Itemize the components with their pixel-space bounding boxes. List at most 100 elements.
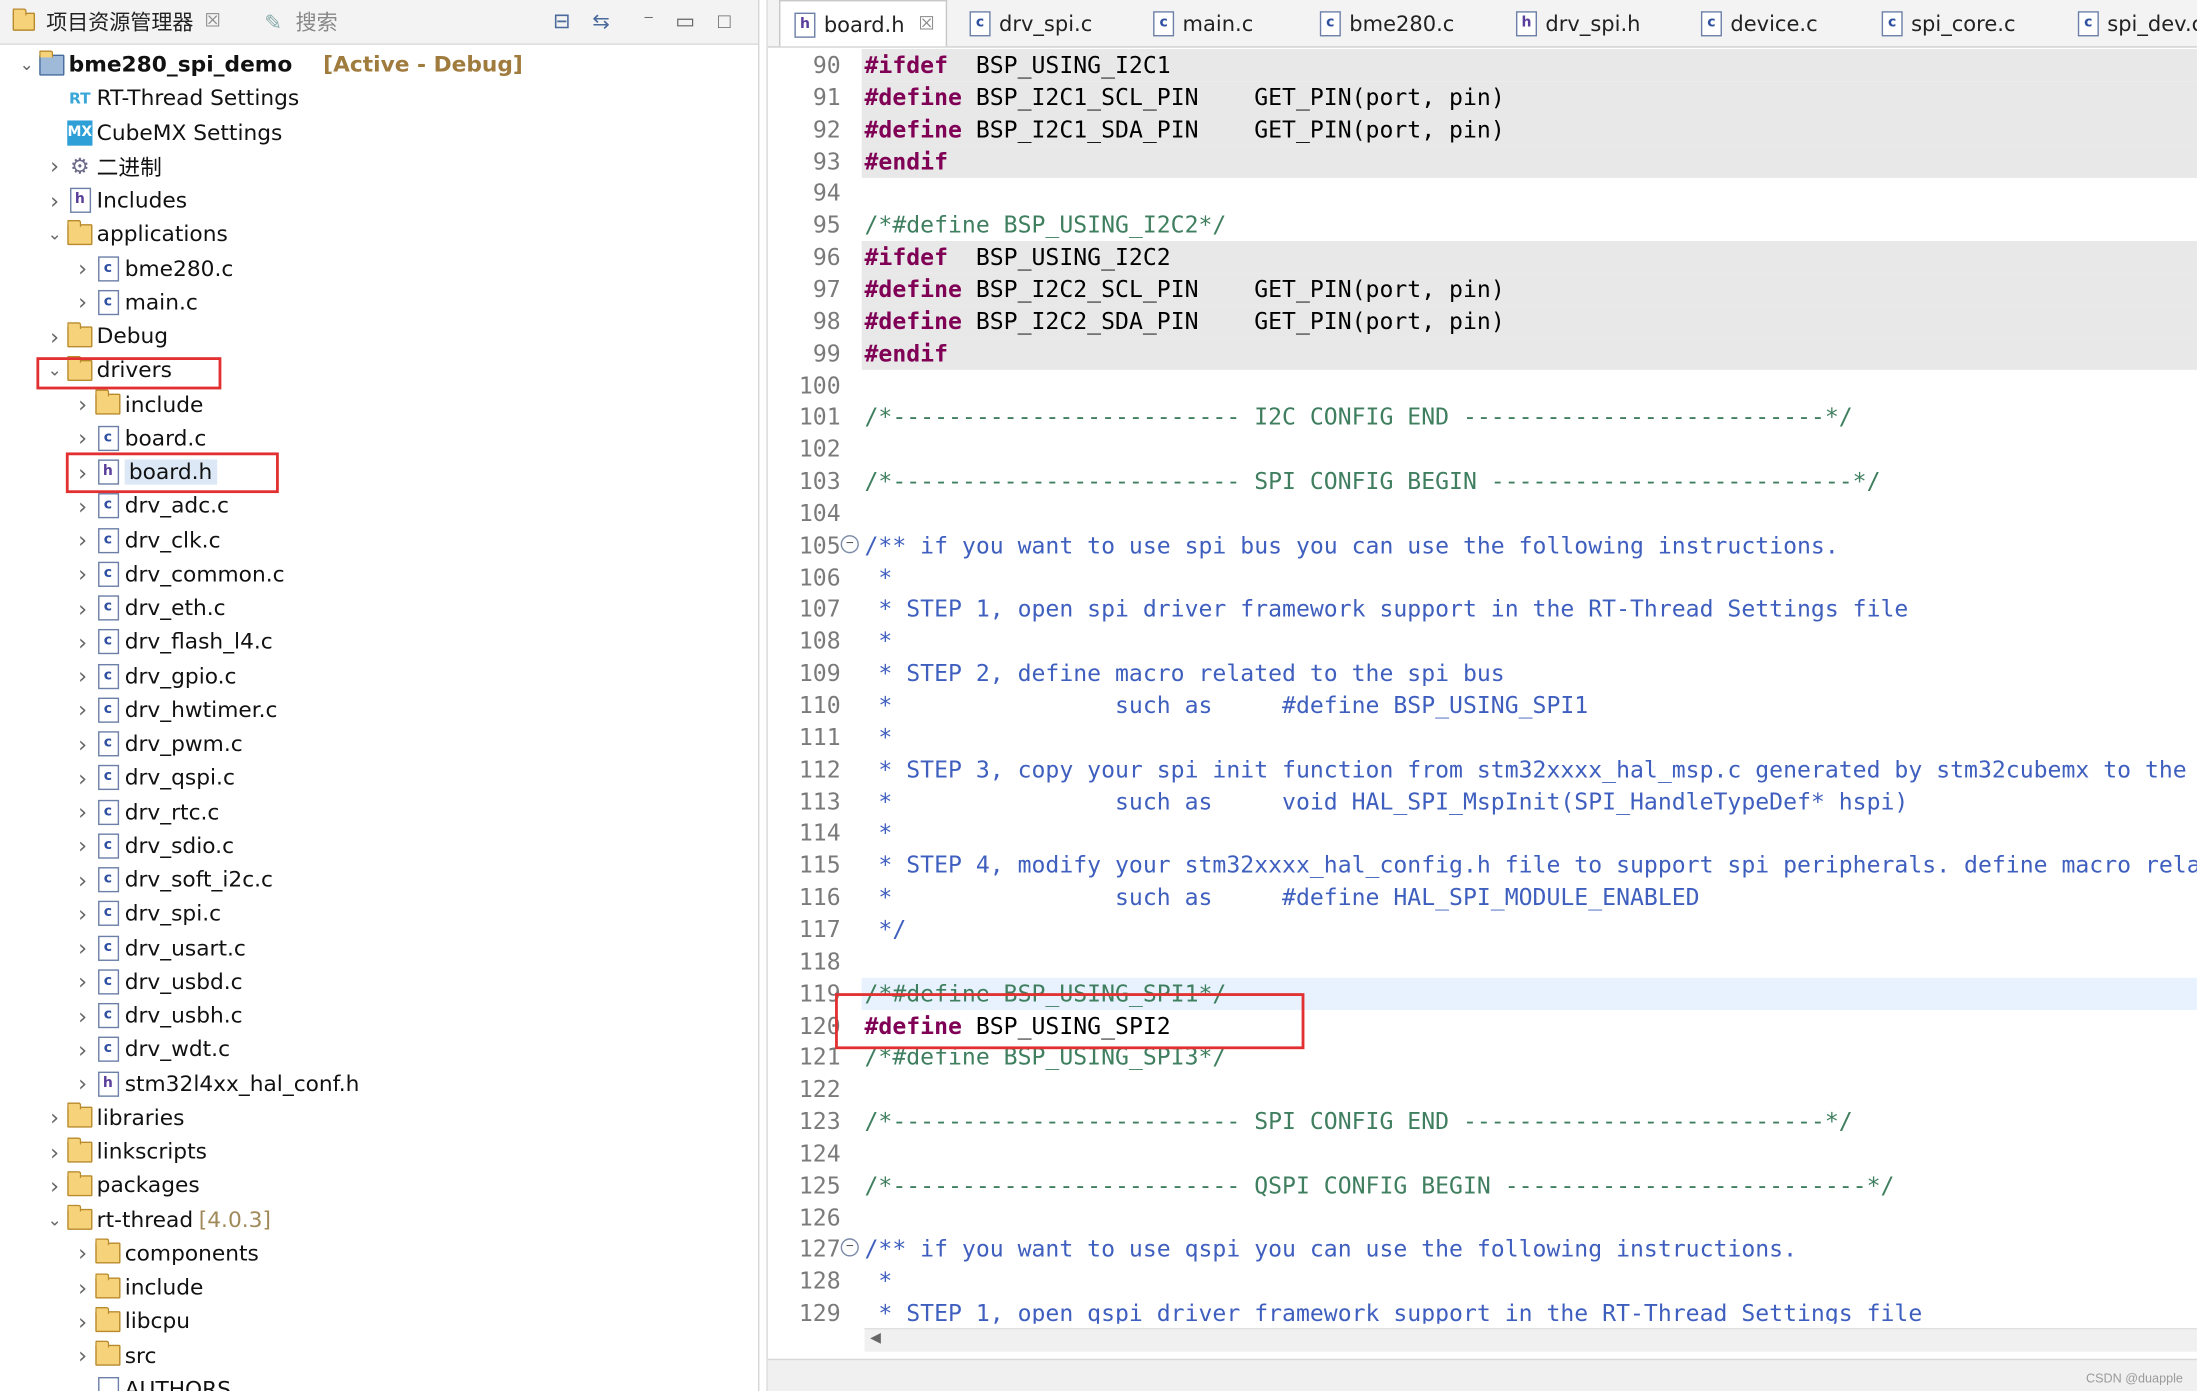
tree-item[interactable]: › c drv_wdt.c xyxy=(70,1033,230,1067)
tree-item[interactable]: › c bme280.c xyxy=(70,251,233,285)
chevron-down-icon[interactable]: ⌄ xyxy=(14,55,39,75)
tree-item[interactable]: › libraries xyxy=(42,1101,184,1135)
tree-item[interactable]: › src xyxy=(70,1338,156,1372)
tab-close-icon[interactable]: ☒ xyxy=(205,11,221,32)
collapse-all-icon[interactable]: ⊟ xyxy=(546,6,577,37)
chevron-right-icon[interactable]: › xyxy=(70,561,95,588)
tree-item[interactable]: ⌄ bme280_spi_demo [Active - Debug] xyxy=(14,48,523,82)
tree-item[interactable]: › c drv_adc.c xyxy=(70,489,229,523)
chevron-right-icon[interactable]: › xyxy=(70,798,95,825)
chevron-right-icon[interactable]: › xyxy=(70,900,95,927)
chevron-right-icon[interactable]: › xyxy=(70,697,95,724)
tree-item[interactable]: › c drv_clk.c xyxy=(70,523,220,557)
editor-tab[interactable]: c spi_dev.c xyxy=(2064,0,2197,46)
editor-tab-label: board.h xyxy=(823,11,905,38)
tree-item[interactable]: MX CubeMX Settings xyxy=(42,116,282,150)
code-line: 94 xyxy=(768,177,2197,209)
chevron-right-icon[interactable]: › xyxy=(70,1308,95,1335)
chevron-right-icon[interactable]: › xyxy=(70,255,95,282)
tree-item[interactable]: › c drv_rtc.c xyxy=(70,795,219,829)
chevron-right-icon[interactable]: › xyxy=(70,527,95,554)
tree-item[interactable]: RT RT-Thread Settings xyxy=(42,82,299,116)
editor-tab[interactable]: c device.c xyxy=(1687,0,1818,46)
chevron-right-icon[interactable]: › xyxy=(70,289,95,316)
tree-item[interactable]: ⌄ applications xyxy=(42,217,228,251)
chevron-right-icon[interactable]: › xyxy=(70,968,95,995)
tree-item[interactable]: › c drv_common.c xyxy=(70,557,284,591)
chevron-right-icon[interactable]: › xyxy=(70,1036,95,1063)
tree-item[interactable]: › components xyxy=(70,1237,259,1271)
chevron-right-icon[interactable]: › xyxy=(70,764,95,791)
editor-tab[interactable]: h board.h ☒ xyxy=(779,0,948,47)
horizontal-scrollbar[interactable]: ◀ xyxy=(864,1327,2197,1352)
editor-tab[interactable]: c drv_spi.c xyxy=(956,0,1092,46)
editor-tab[interactable]: c main.c xyxy=(1139,0,1253,46)
close-icon[interactable]: ☒ xyxy=(919,14,935,35)
tree-item[interactable]: › c drv_hwtimer.c xyxy=(70,693,277,727)
chevron-right-icon[interactable]: › xyxy=(70,629,95,656)
tree-item[interactable]: › Debug xyxy=(42,319,168,353)
tree-item[interactable]: › c drv_pwm.c xyxy=(70,727,242,761)
tree-item[interactable]: › c drv_sdio.c xyxy=(70,829,234,863)
tree-item[interactable]: › h stm32l4xx_hal_conf.h xyxy=(70,1067,359,1101)
tree-item[interactable]: › c drv_usart.c xyxy=(70,931,246,965)
tree-item[interactable]: AUTHORS xyxy=(70,1372,231,1391)
tree-item[interactable]: ⌄ rt-thread [4.0.3] xyxy=(42,1203,271,1237)
chevron-right-icon[interactable]: › xyxy=(70,1342,95,1369)
tree-item-label: drv_gpio.c xyxy=(124,663,237,689)
chevron-right-icon[interactable]: › xyxy=(70,425,95,452)
chevron-right-icon[interactable]: › xyxy=(70,493,95,520)
chevron-down-icon[interactable]: ⌄ xyxy=(42,224,67,244)
tree-item[interactable]: › c drv_spi.c xyxy=(70,897,221,931)
tree-item[interactable]: › c drv_flash_l4.c xyxy=(70,625,273,659)
tree-item[interactable]: › ⚙ 二进制 xyxy=(42,150,162,184)
folder-shape xyxy=(95,1238,121,1264)
view-menu-icon[interactable]: ⁻ xyxy=(633,6,664,37)
editor-tab[interactable]: c bme280.c xyxy=(1306,0,1454,46)
tree-item[interactable]: › c drv_usbh.c xyxy=(70,999,243,1033)
chevron-right-icon[interactable]: › xyxy=(70,832,95,859)
tree-item[interactable]: › packages xyxy=(42,1169,200,1203)
chevron-right-icon[interactable]: › xyxy=(70,663,95,690)
minimize-icon[interactable]: ▭ xyxy=(670,6,701,37)
chevron-right-icon[interactable]: › xyxy=(70,595,95,622)
fold-toggle-icon[interactable]: − xyxy=(840,1238,859,1258)
tree-item[interactable]: › include xyxy=(70,1271,203,1305)
tree-item[interactable]: › include xyxy=(70,387,203,421)
chevron-right-icon[interactable]: › xyxy=(70,1240,95,1267)
chevron-right-icon[interactable]: › xyxy=(70,934,95,961)
scroll-left-icon[interactable]: ◀ xyxy=(870,1331,881,1346)
tree-item[interactable]: › c drv_soft_i2c.c xyxy=(70,863,273,897)
chevron-right-icon[interactable]: › xyxy=(42,153,67,180)
maximize-icon[interactable]: □ xyxy=(709,6,740,37)
chevron-right-icon[interactable]: › xyxy=(42,187,67,214)
code-area[interactable]: 90 #ifdef BSP_USING_I2C1 91 #define BSP_I2C… xyxy=(768,49,2197,1324)
fold-toggle-icon[interactable]: − xyxy=(840,534,859,553)
chevron-right-icon[interactable]: › xyxy=(42,1104,67,1131)
editor-tab[interactable]: c spi_core.c xyxy=(1868,0,2016,46)
tree-item[interactable]: › c drv_eth.c xyxy=(70,591,225,625)
tab-search[interactable]: ✎ 搜索 xyxy=(261,0,337,43)
tree-item[interactable]: › linkscripts xyxy=(42,1135,207,1169)
tree-item[interactable]: › c drv_usbd.c xyxy=(70,965,242,999)
tree-item[interactable]: › c main.c xyxy=(70,285,198,319)
tab-project-explorer[interactable]: 项目资源管理器 ☒ xyxy=(11,0,221,43)
chevron-right-icon[interactable]: › xyxy=(42,1138,67,1165)
chevron-right-icon[interactable]: › xyxy=(42,1172,67,1199)
chevron-down-icon[interactable]: ⌄ xyxy=(42,1210,67,1230)
chevron-right-icon[interactable]: › xyxy=(42,323,67,350)
tree-item[interactable]: › c drv_qspi.c xyxy=(70,761,235,795)
chevron-right-icon[interactable]: › xyxy=(70,866,95,893)
tree-item[interactable]: › libcpu xyxy=(70,1304,190,1338)
code-token: /*------------------------- SPI CONFIG B… xyxy=(864,467,1881,495)
link-with-editor-icon[interactable]: ⇆ xyxy=(586,6,617,37)
tree-item[interactable]: › c board.c xyxy=(70,421,206,455)
editor-tab[interactable]: h drv_spi.h xyxy=(1502,0,1640,46)
chevron-right-icon[interactable]: › xyxy=(70,1070,95,1097)
chevron-right-icon[interactable]: › xyxy=(70,731,95,758)
chevron-right-icon[interactable]: › xyxy=(70,1274,95,1301)
tree-item[interactable]: › h Includes xyxy=(42,184,187,218)
chevron-right-icon[interactable]: › xyxy=(70,391,95,418)
chevron-right-icon[interactable]: › xyxy=(70,1002,95,1029)
tree-item[interactable]: › c drv_gpio.c xyxy=(70,659,236,693)
